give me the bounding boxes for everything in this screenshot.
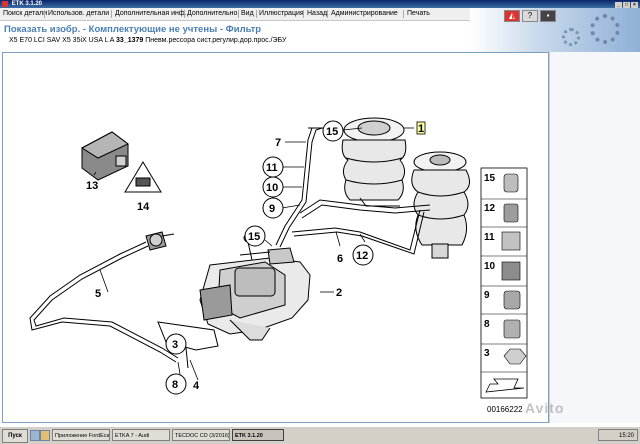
callout-15b[interactable]: 15	[248, 231, 260, 243]
callout-4[interactable]: 4	[193, 380, 200, 392]
taskbar-clock: 15:20	[598, 429, 638, 441]
taskbar-app-tecdoc[interactable]: TECDOC CD (3/2016)	[172, 429, 230, 441]
clip-icon	[501, 231, 521, 251]
menu-admin[interactable]: Администрирование	[330, 8, 399, 20]
menu-view[interactable]: Вид	[240, 8, 255, 20]
menu-use-parts[interactable]: Использов. детали	[47, 8, 110, 20]
avito-watermark: Avito	[525, 400, 565, 416]
callout-3[interactable]: 3	[172, 339, 178, 351]
valve-icon	[503, 203, 519, 223]
holder-icon	[501, 261, 521, 281]
taskbar-app-fordecat[interactable]: Приложение FordEcat - ...	[52, 429, 110, 441]
callout-14[interactable]: 14	[137, 201, 150, 213]
menu-back[interactable]: Назад	[306, 8, 328, 20]
vehicle-line: X5 E70 LCI SAV X5 35iX USA L A 33_1379 П…	[9, 37, 286, 44]
menu-extra-info[interactable]: Дополнительная инф.	[114, 8, 188, 20]
callout-10[interactable]: 10	[266, 182, 278, 194]
side-item-11[interactable]: 11	[484, 232, 495, 243]
height-sensor	[145, 231, 175, 251]
diagram-description: Пневм.рессора сист.регулир.дор.прос./ЭБУ	[145, 37, 287, 44]
callout-15[interactable]: 15	[326, 126, 338, 138]
menu-print[interactable]: Печать	[406, 8, 431, 20]
side-item-12[interactable]: 12	[484, 203, 496, 214]
app-icon	[2, 1, 8, 7]
page-title: Показать изобр. - Комплектующие не учтен…	[4, 24, 262, 35]
callout-8[interactable]: 8	[172, 379, 178, 391]
callout-11[interactable]: 11	[266, 162, 278, 174]
header-banner: ◭ ? ▪	[470, 8, 640, 52]
diagram-code: 33_1379	[116, 37, 144, 44]
menu-service-info[interactable]: Дополнительно	[186, 8, 238, 20]
quicklaunch-icon[interactable]	[40, 430, 50, 441]
side-parts-list[interactable]: 15 12 11 10 9 8 3	[480, 167, 528, 399]
vehicle-info: X5 E70 LCI SAV X5 35iX USA L A	[9, 37, 115, 44]
warning-label	[124, 161, 162, 193]
help-button[interactable]: ?	[522, 10, 538, 22]
compressor-unit	[199, 233, 311, 341]
callout-7[interactable]: 7	[275, 137, 281, 149]
bmw-logo-button[interactable]: ◭	[504, 10, 520, 22]
window-titlebar: ETK 3.1.20 _ □ ×	[0, 0, 640, 8]
grommet-icon	[503, 319, 521, 339]
callout-12[interactable]: 12	[356, 250, 368, 262]
taskbar-app-etk[interactable]: ETK 3.1.20	[232, 429, 284, 441]
info-button[interactable]: ▪	[540, 10, 556, 22]
connector-icon	[503, 173, 519, 193]
menu-show-parts[interactable]: Поиск детали	[2, 8, 48, 20]
gear-icon	[562, 28, 580, 46]
menu-illustration[interactable]: Иллюстрация	[258, 8, 305, 20]
parts-diagram[interactable]: 1 2 3 4 5 6 7 8 9 10 11 12 13 14 15 15 1…	[0, 52, 640, 424]
callout-5[interactable]: 5	[95, 288, 101, 300]
callout-6[interactable]: 6	[337, 253, 343, 265]
quicklaunch-icon[interactable]	[30, 430, 40, 441]
callout-13[interactable]: 13	[86, 180, 98, 192]
window-title: ETK 3.1.20	[11, 1, 43, 7]
start-button[interactable]: Пуск	[2, 429, 28, 443]
taskbar-app-etka[interactable]: ETKA 7 - Audi	[112, 429, 170, 441]
air-spring-rear-2	[411, 151, 470, 259]
ecu-module	[81, 131, 129, 181]
side-item-10[interactable]: 10	[484, 261, 496, 272]
callout-2[interactable]: 2	[336, 287, 342, 299]
figure-id: 00166222	[487, 405, 523, 414]
taskbar: Пуск Приложение FordEcat - ... ETKA 7 - …	[0, 426, 640, 444]
bracket-icon	[503, 290, 521, 310]
side-item-8[interactable]: 8	[484, 319, 490, 330]
side-item-9[interactable]: 9	[484, 290, 490, 301]
sensor-cable	[29, 241, 179, 363]
air-spring-rear-1	[341, 117, 407, 201]
gear-icon	[590, 14, 620, 44]
side-item-15[interactable]: 15	[484, 173, 496, 184]
side-item-3[interactable]: 3	[484, 348, 490, 359]
callout-9[interactable]: 9	[269, 203, 275, 215]
callout-1[interactable]: 1	[418, 123, 424, 135]
